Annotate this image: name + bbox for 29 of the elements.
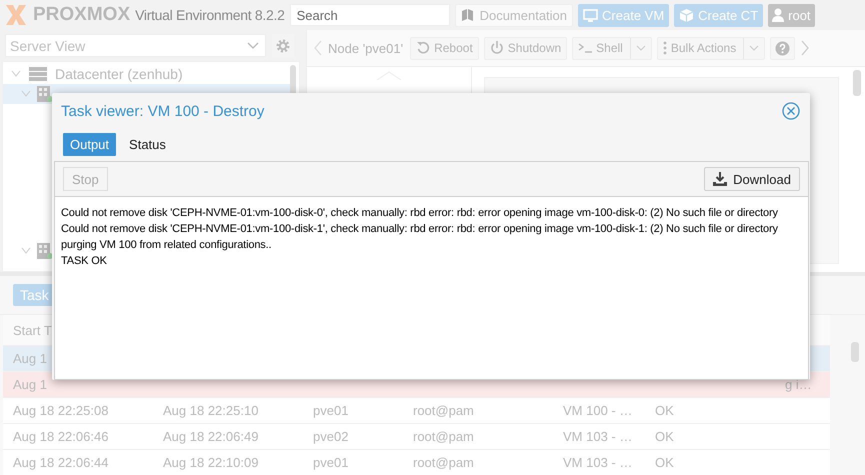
table-cell-text: Aug 1 xyxy=(13,351,48,366)
dialog-title: Task viewer: VM 100 - Destroy xyxy=(61,102,264,120)
table-cell-text: g i… xyxy=(785,377,813,392)
table-cell-text: pve01 xyxy=(313,403,350,418)
node-title: Node 'pve01' xyxy=(328,40,404,56)
table-cell-text: pve01 xyxy=(313,455,350,470)
table-cell-text: Aug 1 xyxy=(13,377,48,392)
table-cell-text: Aug 18 22:25:10 xyxy=(163,403,260,418)
log-line: TASK OK xyxy=(61,254,108,269)
product-name: Virtual Environment 8.2.2 xyxy=(135,7,285,23)
table-cell-text: root@pam xyxy=(413,429,475,444)
table-cell-text: root@pam xyxy=(413,455,475,470)
table-cell-text: VM 103 - … xyxy=(563,455,634,470)
table-cell-text: Aug 18 22:06:46 xyxy=(13,429,110,444)
log-line: purging VM 100 from related configurations.. xyxy=(61,238,272,253)
table-cell-text: Aug 18 22:25:08 xyxy=(13,403,110,418)
table-cell-text: root@pam xyxy=(413,403,475,418)
table-cell-text: VM 103 - … xyxy=(563,429,634,444)
table-cell-text: VM 100 - … xyxy=(563,403,634,418)
table-cell-text: Aug 18 22:10:09 xyxy=(163,455,260,470)
table-cell-text: Aug 18 22:06:44 xyxy=(13,455,110,470)
log-line: Could not remove disk 'CEPH-NVME-01:vm-100-disk-1', check manually: rbd error: rbd: error opening image vm-100-disk-1: (2) No such file or directory xyxy=(61,222,779,237)
logo-text: PROXMOX xyxy=(33,4,130,26)
table-cell-text: OK xyxy=(655,455,675,470)
table-cell-text: pve02 xyxy=(313,429,350,444)
log-line: Could not remove disk 'CEPH-NVME-01:vm-100-disk-0', check manually: rbd error: rbd: error opening image vm-100-disk-0: (2) No such file or directory xyxy=(61,206,779,221)
table-cell-text: OK xyxy=(655,429,675,444)
table-cell-text: OK xyxy=(655,403,675,418)
table-cell-text: Aug 18 22:06:49 xyxy=(163,429,260,444)
